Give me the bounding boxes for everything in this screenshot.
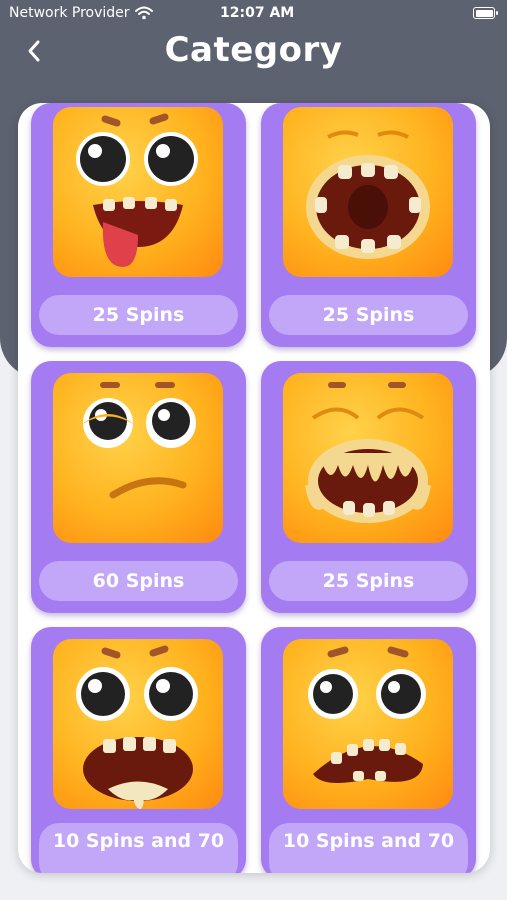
wifi-icon — [135, 6, 153, 20]
spin-count-label: 10 Spins and 70 — [269, 823, 468, 873]
spin-count-label: 10 Spins and 70 — [39, 823, 238, 873]
grimace-face-icon — [283, 639, 453, 809]
clock: 12:07 AM — [220, 5, 295, 21]
open-mouth-face-icon — [283, 107, 453, 277]
status-bar: Network Provider 12:07 AM — [0, 0, 507, 28]
spin-count-label: 25 Spins — [269, 561, 468, 601]
drooling-face-icon — [53, 639, 223, 809]
category-grid: 25 Spins 25 Spins 60 Spins 25 Spins 10 S… — [31, 103, 477, 873]
tongue-out-face-icon — [53, 107, 223, 277]
carrier-name: Network Provider — [9, 5, 130, 21]
battery-icon — [473, 7, 498, 19]
category-panel: 25 Spins 25 Spins 60 Spins 25 Spins 10 S… — [18, 103, 490, 873]
spin-count-label: 25 Spins — [269, 295, 468, 335]
category-card[interactable]: 25 Spins — [261, 361, 476, 613]
spin-count-label: 25 Spins — [39, 295, 238, 335]
category-card[interactable]: 10 Spins and 70 — [31, 627, 246, 873]
category-card[interactable]: 25 Spins — [261, 103, 476, 347]
skeptical-face-icon — [53, 373, 223, 543]
page-title: Category — [164, 30, 343, 70]
category-card[interactable]: 25 Spins — [31, 103, 246, 347]
spin-count-label: 60 Spins — [39, 561, 238, 601]
melting-teeth-face-icon — [283, 373, 453, 543]
category-card[interactable]: 10 Spins and 70 — [261, 627, 476, 873]
category-card[interactable]: 60 Spins — [31, 361, 246, 613]
